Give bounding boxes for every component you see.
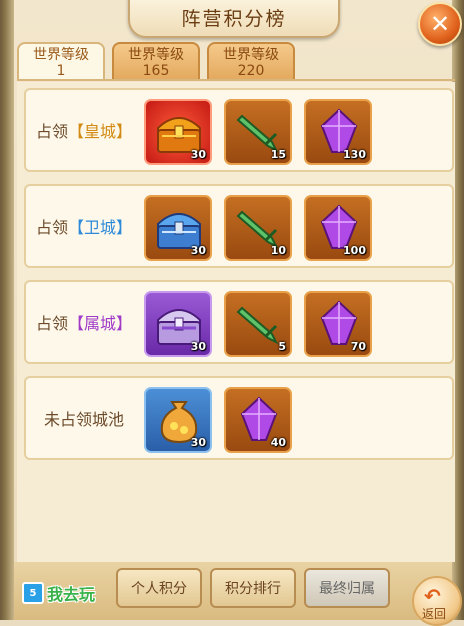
reward-item-green-sword[interactable]: 10: [224, 195, 292, 261]
reward-quantity: 30: [190, 148, 206, 161]
title-plate: 阵营积分榜: [128, 0, 340, 38]
close-button[interactable]: ✕: [418, 2, 462, 46]
reward-item-purple-crystal[interactable]: 130: [304, 99, 372, 165]
reward-item-purple-chest[interactable]: 30: [144, 291, 212, 357]
tab-world-level-165[interactable]: 世界等级 165: [112, 42, 200, 80]
row-label-prefix: 占领: [35, 122, 68, 141]
row-label-prefix: 占领: [35, 314, 68, 333]
tab-label: 世界等级: [33, 47, 89, 63]
logo-badge: 5: [22, 582, 44, 604]
tab-level: 165: [142, 63, 170, 79]
bottom-bar: 5 我去玩 个人积分 积分排行 最终归属: [14, 562, 452, 620]
tab-divider: [17, 79, 455, 81]
reward-item-green-sword[interactable]: 5: [224, 291, 292, 357]
reward-item-coin-bag[interactable]: 30: [144, 387, 212, 453]
final-ownership-button[interactable]: 最终归属: [304, 568, 390, 608]
reward-row-unoccupied: 未占领城池 30 40: [24, 376, 454, 460]
row-label: 占领 【属城】: [26, 282, 142, 362]
tab-label: 世界等级: [128, 47, 184, 63]
reward-quantity: 15: [270, 148, 286, 161]
back-button[interactable]: ↶ 返回: [412, 576, 462, 626]
site-logo: 5 我去玩: [22, 576, 112, 610]
reward-item-green-sword[interactable]: 15: [224, 99, 292, 165]
close-icon: ✕: [429, 10, 451, 38]
reward-item-red-chest[interactable]: 30: [144, 99, 212, 165]
row-label-city: 【皇城】: [67, 122, 133, 141]
reward-item-purple-crystal[interactable]: 40: [224, 387, 292, 453]
row-label-city: 【属城】: [67, 314, 133, 333]
personal-points-button[interactable]: 个人积分: [116, 568, 202, 608]
reward-row-guard-city: 占领 【卫城】 30 10 100: [24, 184, 454, 268]
reward-item-purple-crystal[interactable]: 70: [304, 291, 372, 357]
reward-item-purple-crystal[interactable]: 100: [304, 195, 372, 261]
reward-item-blue-chest[interactable]: 30: [144, 195, 212, 261]
back-label: 返回: [422, 607, 447, 621]
reward-quantity: 10: [270, 244, 286, 257]
row-label-prefix: 占领: [35, 218, 68, 237]
reward-quantity: 130: [343, 148, 366, 161]
tab-level: 1: [56, 63, 66, 79]
logo-text: 我去玩: [47, 585, 96, 604]
reward-quantity: 30: [190, 244, 206, 257]
reward-row-royal-city: 占领 【皇城】 30 15 130: [24, 88, 454, 172]
world-level-tabs: 世界等级 1 世界等级 165 世界等级 220: [17, 42, 295, 80]
row-label: 占领 【皇城】: [26, 90, 142, 170]
reward-quantity: 70: [350, 340, 366, 353]
row-label: 占领 【卫城】: [26, 186, 142, 266]
points-ranking-button[interactable]: 积分排行: [210, 568, 296, 608]
reward-quantity: 30: [190, 340, 206, 353]
reward-quantity: 100: [343, 244, 366, 257]
tab-level: 220: [237, 63, 265, 79]
tab-world-level-220[interactable]: 世界等级 220: [207, 42, 295, 80]
reward-quantity: 5: [278, 340, 286, 353]
reward-quantity: 40: [270, 436, 286, 449]
tab-world-level-1[interactable]: 世界等级 1: [17, 42, 105, 80]
tab-label: 世界等级: [223, 47, 279, 63]
page-title: 阵营积分榜: [181, 7, 287, 30]
row-label: 未占领城池: [43, 410, 124, 429]
reward-list: 占领 【皇城】 30 15 130 占领 【卫城】 30 10 100 占领 【…: [17, 82, 455, 562]
row-label-city: 【卫城】: [67, 218, 133, 237]
left-frame-border: [0, 0, 14, 620]
reward-quantity: 30: [190, 436, 206, 449]
reward-row-vassal-city: 占领 【属城】 30 5 70: [24, 280, 454, 364]
